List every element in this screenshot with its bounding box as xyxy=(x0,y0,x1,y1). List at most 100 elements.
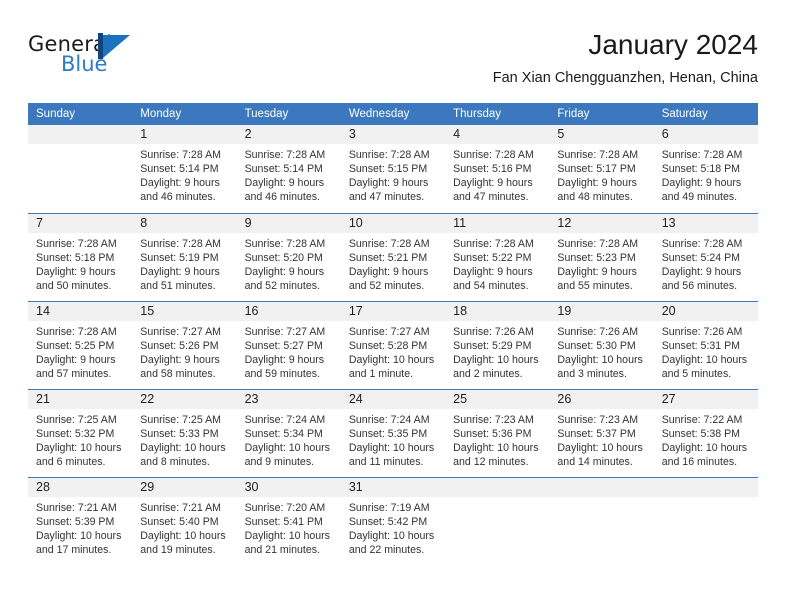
daylight-duration-line1: Daylight: 10 hours xyxy=(348,354,435,367)
day-details: Sunrise: 7:24 AM Sunset: 5:34 PM Daylight:… xyxy=(237,409,341,469)
calendar-day-cell[interactable]: 29 Sunrise: 7:21 AM Sunset: 5:40 PM Dayligh… xyxy=(132,478,237,565)
day-number: 3 xyxy=(340,125,446,144)
calendar-day-cell[interactable]: 2 Sunrise: 7:28 AM Sunset: 5:14 PM Daylight… xyxy=(236,125,341,213)
daylight-duration-line2: and 2 minutes. xyxy=(453,368,523,381)
calendar-day-cell[interactable]: 16 Sunrise: 7:27 AM Sunset: 5:27 PM Dayligh… xyxy=(236,302,341,389)
sunrise-time: Sunrise: 7:27 AM xyxy=(244,326,326,338)
calendar-page: General Blue January 2024 Fan Xian Cheng… xyxy=(0,0,792,612)
day-number: 23 xyxy=(236,390,341,409)
calendar-day-cell[interactable]: 25 Sunrise: 7:23 AM Sunset: 5:36 PM Dayligh… xyxy=(445,390,550,477)
daylight-duration-line1: Daylight: 9 hours xyxy=(140,177,220,190)
calendar-day-cell[interactable]: 10 Sunrise: 7:28 AM Sunset: 5:21 PM Dayligh… xyxy=(340,214,446,301)
daylight-duration-line1: Daylight: 10 hours xyxy=(348,530,435,543)
calendar-day-cell[interactable]: 31 Sunrise: 7:19 AM Sunset: 5:42 PM Dayligh… xyxy=(340,478,446,565)
day-number: 13 xyxy=(653,214,758,233)
day-details: Sunrise: 7:27 AM Sunset: 5:26 PM Daylight:… xyxy=(132,321,236,381)
calendar-day-cell[interactable]: 1 Sunrise: 7:28 AM Sunset: 5:14 PM Daylight… xyxy=(132,125,237,213)
sunset-time: Sunset: 5:18 PM xyxy=(36,252,115,265)
calendar-day-cell[interactable]: 17 Sunrise: 7:27 AM Sunset: 5:28 PM Dayligh… xyxy=(340,302,446,389)
calendar-day-cell-empty xyxy=(445,478,550,565)
sunrise-time: Sunrise: 7:28 AM xyxy=(453,238,534,250)
sunrise-time: Sunrise: 7:28 AM xyxy=(36,326,117,338)
daylight-duration-line1: Daylight: 9 hours xyxy=(557,266,637,279)
sunrise-time: Sunrise: 7:28 AM xyxy=(244,149,326,161)
calendar-day-cell[interactable]: 3 Sunrise: 7:28 AM Sunset: 5:15 PM Daylight… xyxy=(340,125,446,213)
calendar-day-cell[interactable]: 20 Sunrise: 7:26 AM Sunset: 5:31 PM Dayligh… xyxy=(653,302,758,389)
sunrise-time: Sunrise: 7:28 AM xyxy=(661,238,743,250)
day-details: Sunrise: 7:25 AM Sunset: 5:33 PM Daylight:… xyxy=(132,409,236,469)
day-number: 18 xyxy=(445,302,550,321)
sunrise-time: Sunrise: 7:28 AM xyxy=(557,238,639,250)
calendar-week-row: 1 Sunrise: 7:28 AM Sunset: 5:14 PM Daylight… xyxy=(28,125,758,213)
day-details: Sunrise: 7:23 AM Sunset: 5:36 PM Daylight:… xyxy=(445,409,549,469)
calendar-day-cell[interactable]: 14 Sunrise: 7:28 AM Sunset: 5:25 PM Dayligh… xyxy=(28,302,133,389)
calendar-day-cell[interactable]: 6 Sunrise: 7:28 AM Sunset: 5:18 PM Daylight… xyxy=(653,125,758,213)
calendar-day-cell[interactable]: 7 Sunrise: 7:28 AM Sunset: 5:18 PM Daylight… xyxy=(28,214,133,301)
day-number xyxy=(445,478,550,497)
day-number: 31 xyxy=(340,478,446,497)
calendar-day-cell[interactable]: 5 Sunrise: 7:28 AM Sunset: 5:17 PM Daylight… xyxy=(549,125,654,213)
sunrise-time: Sunrise: 7:28 AM xyxy=(140,238,221,250)
calendar-grid: Sunday Monday Tuesday Wednesday Thursday Frid… xyxy=(28,103,758,565)
daylight-duration-line1: Daylight: 10 hours xyxy=(140,530,226,543)
daylight-duration-line1: Daylight: 9 hours xyxy=(140,266,220,279)
sunrise-time: Sunrise: 7:23 AM xyxy=(557,414,639,426)
calendar-day-cell[interactable]: 26 Sunrise: 7:23 AM Sunset: 5:37 PM Dayligh… xyxy=(549,390,654,477)
calendar-day-cell-empty xyxy=(653,478,758,565)
daylight-duration-line1: Daylight: 10 hours xyxy=(244,530,330,543)
brand-logo[interactable]: General Blue xyxy=(28,32,228,88)
daylight-duration-line1: Daylight: 9 hours xyxy=(661,177,742,190)
daylight-duration-line1: Daylight: 9 hours xyxy=(661,266,742,279)
daylight-duration-line2: and 56 minutes. xyxy=(661,280,738,293)
sunrise-time: Sunrise: 7:28 AM xyxy=(557,149,639,161)
daylight-duration-line1: Daylight: 10 hours xyxy=(348,442,435,455)
sunrise-time: Sunrise: 7:26 AM xyxy=(661,326,743,338)
calendar-day-cell[interactable]: 9 Sunrise: 7:28 AM Sunset: 5:20 PM Daylight… xyxy=(236,214,341,301)
calendar-day-cell[interactable]: 21 Sunrise: 7:25 AM Sunset: 5:32 PM Dayligh… xyxy=(28,390,133,477)
calendar-day-cell[interactable]: 27 Sunrise: 7:22 AM Sunset: 5:38 PM Dayligh… xyxy=(653,390,758,477)
daylight-duration-line2: and 52 minutes. xyxy=(348,280,425,293)
calendar-day-cell[interactable]: 12 Sunrise: 7:28 AM Sunset: 5:23 PM Dayligh… xyxy=(549,214,654,301)
daylight-duration-line2: and 50 minutes. xyxy=(36,280,112,293)
daylight-duration-line1: Daylight: 9 hours xyxy=(244,266,325,279)
sunset-time: Sunset: 5:26 PM xyxy=(140,340,219,353)
sunset-time: Sunset: 5:27 PM xyxy=(244,340,323,353)
calendar-day-cell[interactable]: 13 Sunrise: 7:28 AM Sunset: 5:24 PM Dayligh… xyxy=(653,214,758,301)
sunset-time: Sunset: 5:30 PM xyxy=(557,340,636,353)
daylight-duration-line2: and 1 minute. xyxy=(348,368,414,381)
day-number: 6 xyxy=(653,125,758,144)
day-number: 16 xyxy=(236,302,341,321)
day-number: 15 xyxy=(132,302,237,321)
day-number: 28 xyxy=(28,478,133,497)
calendar-day-cell[interactable]: 24 Sunrise: 7:24 AM Sunset: 5:35 PM Dayligh… xyxy=(340,390,446,477)
calendar-day-cell[interactable]: 22 Sunrise: 7:25 AM Sunset: 5:33 PM Dayligh… xyxy=(132,390,237,477)
calendar-day-cell[interactable]: 28 Sunrise: 7:21 AM Sunset: 5:39 PM Dayligh… xyxy=(28,478,133,565)
day-number: 27 xyxy=(653,390,758,409)
calendar-day-cell[interactable]: 18 Sunrise: 7:26 AM Sunset: 5:29 PM Dayligh… xyxy=(445,302,550,389)
day-details: Sunrise: 7:27 AM Sunset: 5:28 PM Daylight:… xyxy=(341,321,445,381)
sunrise-time: Sunrise: 7:26 AM xyxy=(453,326,534,338)
day-details: Sunrise: 7:28 AM Sunset: 5:17 PM Daylight:… xyxy=(549,144,653,204)
daylight-duration-line2: and 16 minutes. xyxy=(661,456,738,469)
day-details: Sunrise: 7:27 AM Sunset: 5:27 PM Daylight:… xyxy=(237,321,341,381)
calendar-day-cell[interactable]: 15 Sunrise: 7:27 AM Sunset: 5:26 PM Dayligh… xyxy=(132,302,237,389)
daylight-duration-line1: Daylight: 10 hours xyxy=(244,442,330,455)
page-title: January 2024 xyxy=(588,29,758,60)
calendar-day-cell-empty xyxy=(549,478,654,565)
calendar-day-cell[interactable]: 30 Sunrise: 7:20 AM Sunset: 5:41 PM Dayligh… xyxy=(236,478,341,565)
day-number: 5 xyxy=(549,125,654,144)
daylight-duration-line1: Daylight: 10 hours xyxy=(140,442,226,455)
day-of-week-header: Sunday Monday Tuesday Wednesday Thursday Frid… xyxy=(28,103,758,125)
calendar-day-cell[interactable]: 23 Sunrise: 7:24 AM Sunset: 5:34 PM Dayligh… xyxy=(236,390,341,477)
daylight-duration-line1: Daylight: 9 hours xyxy=(36,266,116,279)
calendar-day-cell[interactable]: 4 Sunrise: 7:28 AM Sunset: 5:16 PM Daylight… xyxy=(445,125,550,213)
calendar-day-cell[interactable]: 8 Sunrise: 7:28 AM Sunset: 5:19 PM Daylight… xyxy=(132,214,237,301)
day-number: 9 xyxy=(236,214,341,233)
day-details: Sunrise: 7:21 AM Sunset: 5:40 PM Daylight:… xyxy=(132,497,236,557)
daylight-duration-line1: Daylight: 10 hours xyxy=(36,442,122,455)
daylight-duration-line2: and 46 minutes. xyxy=(140,191,216,204)
calendar-day-cell[interactable]: 11 Sunrise: 7:28 AM Sunset: 5:22 PM Dayligh… xyxy=(445,214,550,301)
daylight-duration-line2: and 8 minutes. xyxy=(140,456,210,469)
calendar-day-cell[interactable]: 19 Sunrise: 7:26 AM Sunset: 5:30 PM Dayligh… xyxy=(549,302,654,389)
daylight-duration-line1: Daylight: 10 hours xyxy=(36,530,122,543)
